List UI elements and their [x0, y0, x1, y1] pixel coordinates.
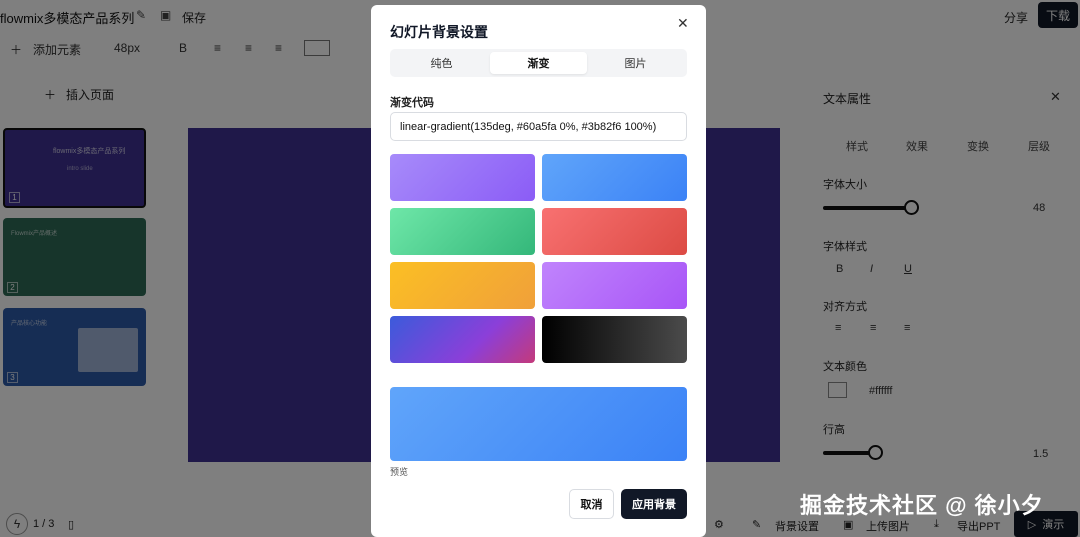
gradient-preset-blue[interactable]	[542, 154, 687, 201]
cancel-button[interactable]: 取消	[569, 489, 614, 519]
gradient-preset-black[interactable]	[542, 316, 687, 363]
preview-label: 预览	[390, 467, 409, 477]
gradient-code-input[interactable]	[390, 112, 687, 141]
dialog-title: 幻灯片背景设置	[390, 24, 488, 40]
tab-solid[interactable]: 纯色	[393, 52, 490, 74]
close-icon[interactable]: ✕	[677, 15, 689, 32]
tab-gradient[interactable]: 渐变	[490, 52, 587, 74]
gradient-preset-blue-magenta[interactable]	[390, 316, 535, 363]
gradient-preset-orange[interactable]	[390, 262, 535, 309]
apply-background-button[interactable]: 应用背景	[621, 489, 687, 519]
gradient-code-label: 渐变代码	[390, 97, 434, 109]
gradient-preset-purple[interactable]	[390, 154, 535, 201]
tab-image[interactable]: 图片	[587, 52, 684, 74]
background-type-tabs: 纯色 渐变 图片	[390, 49, 687, 77]
gradient-preset-violet[interactable]	[542, 262, 687, 309]
watermark: 掘金技术社区 @ 徐小夕	[800, 493, 1044, 518]
gradient-preview	[390, 387, 687, 461]
background-settings-dialog: 幻灯片背景设置 ✕ 纯色 渐变 图片 渐变代码 预览 取消 应用背景	[371, 5, 706, 537]
gradient-preset-green[interactable]	[390, 208, 535, 255]
gradient-preset-red[interactable]	[542, 208, 687, 255]
